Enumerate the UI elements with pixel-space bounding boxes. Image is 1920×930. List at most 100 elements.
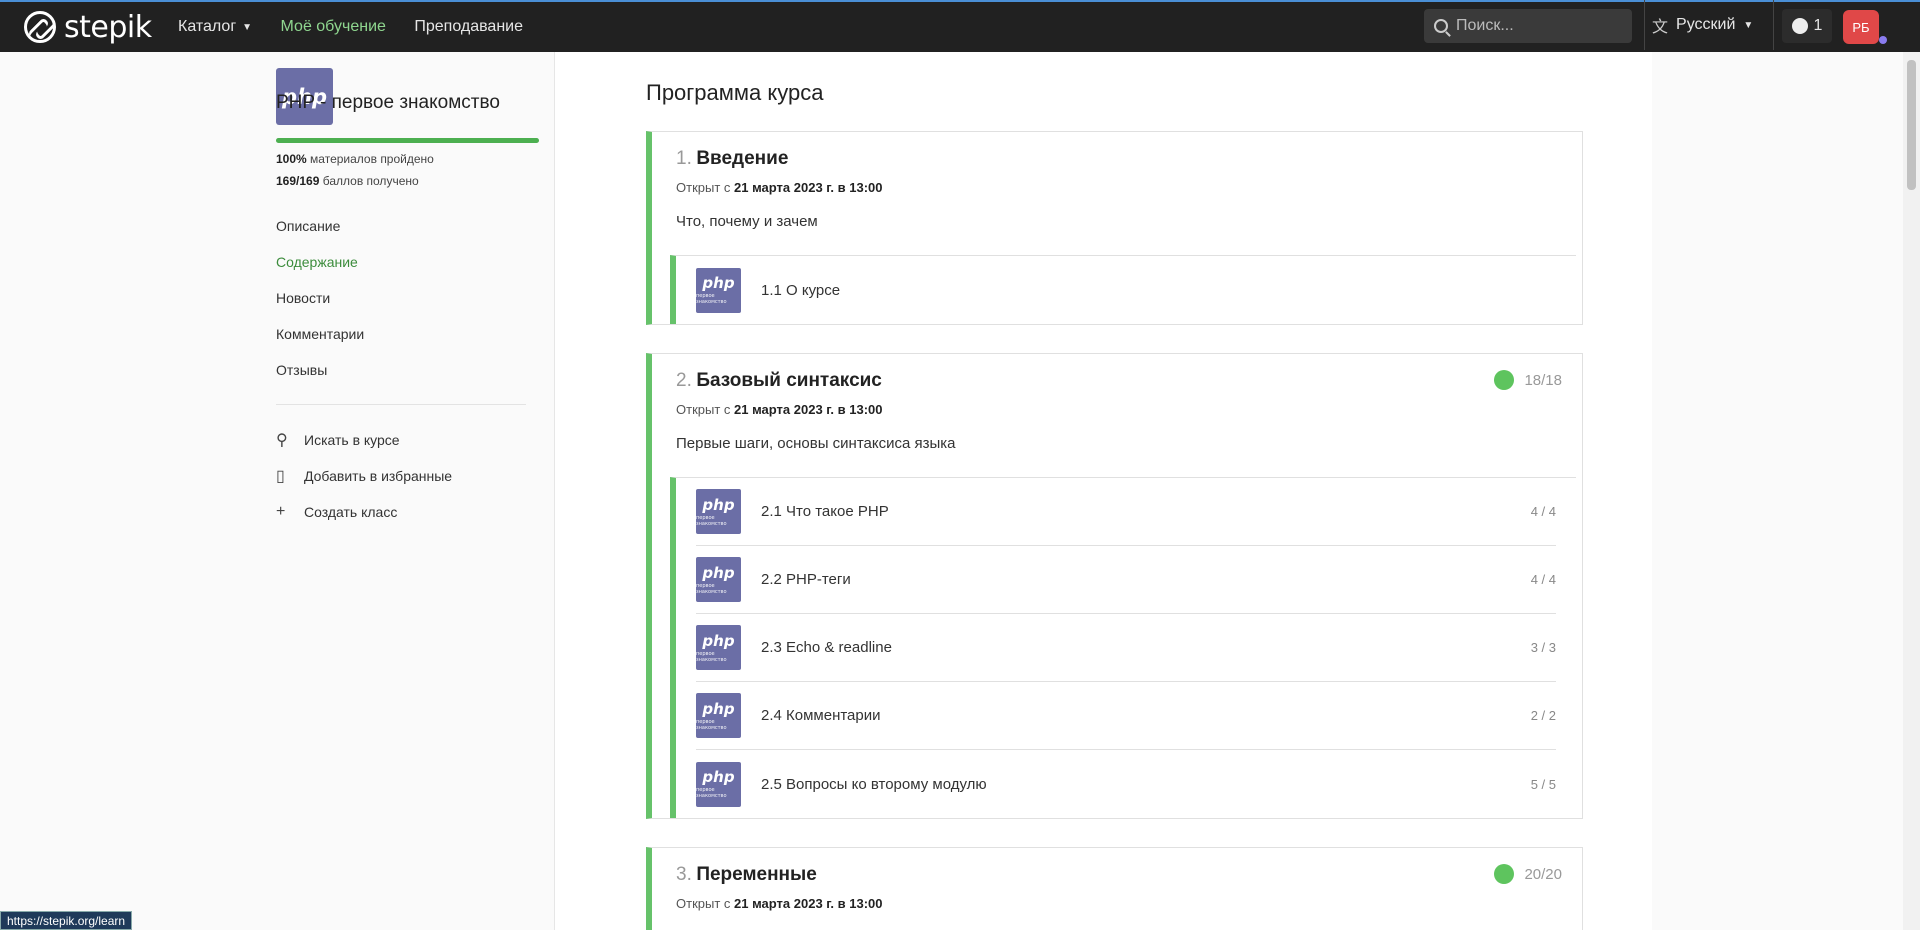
- sidebar-actions: ⚲ Искать в курсе ▯ Добавить в избранные + С…: [276, 422, 452, 530]
- divider: [1644, 0, 1645, 50]
- module-name[interactable]: Базовый синтаксис: [696, 370, 882, 391]
- course-progress-bar: [276, 138, 539, 143]
- lesson-thumbnail: php первое знакомство: [696, 489, 741, 534]
- module-open-date: Открыт с 21 марта 2023 г. в 13:00: [676, 180, 1558, 195]
- open-date: 21 марта 2023 г. в 13:00: [734, 896, 883, 911]
- bookmark-icon: ▯: [276, 468, 285, 485]
- nav-catalog-label: Каталог: [178, 18, 237, 35]
- stepik-logo[interactable]: stepik: [24, 10, 154, 45]
- chevron-down-icon: ▼: [242, 21, 253, 33]
- module-score-value: 18/18: [1524, 371, 1562, 389]
- module-header: 2. Базовый синтаксис Открыт с 21 марта 2…: [652, 354, 1582, 477]
- sidebar-item-news[interactable]: Новости: [276, 288, 364, 324]
- sidebar-menu: Описание Содержание Новости Комментарии …: [276, 216, 364, 396]
- notifications-button[interactable]: 1: [1782, 9, 1832, 43]
- notifications-count: 1: [1813, 17, 1823, 34]
- lesson-score: 3 / 3: [1530, 640, 1556, 655]
- search-icon: ⚲: [276, 432, 288, 449]
- open-date: 21 марта 2023 г. в 13:00: [734, 180, 883, 195]
- translate-icon: 文: [1652, 19, 1669, 36]
- module-header: 3. Переменные Открыт с 21 марта 2023 г. …: [652, 848, 1582, 930]
- search-in-course-button[interactable]: ⚲ Искать в курсе: [276, 422, 452, 458]
- add-favorite-label: Добавить в избранные: [304, 468, 453, 484]
- search-icon: [1434, 19, 1448, 33]
- materials-pct: 100%: [276, 152, 307, 166]
- stepik-logo-text: stepik: [64, 9, 152, 45]
- search-in-course-label: Искать в курсе: [304, 432, 400, 448]
- course-title[interactable]: PHP - первое знакомство: [276, 92, 500, 114]
- divider: [1773, 0, 1774, 50]
- avatar[interactable]: РБ: [1843, 10, 1879, 44]
- thumb-text: php: [702, 699, 735, 718]
- main-nav: Каталог ▼ Моё обучение Преподавание: [154, 18, 523, 36]
- module-score: 20/20: [1494, 864, 1562, 884]
- score-stat: 169/169 баллов получено: [276, 174, 419, 188]
- module-name[interactable]: Переменные: [696, 864, 817, 885]
- lesson-title[interactable]: 1.1 О курсе: [761, 282, 840, 299]
- lesson-title[interactable]: 2.1 Что такое PHP: [761, 503, 889, 520]
- lesson-item[interactable]: php первое знакомство 2.4 Комментарии 2 /…: [696, 682, 1556, 750]
- progress-fill: [276, 138, 539, 143]
- lesson-score: 4 / 4: [1530, 504, 1556, 519]
- completed-dot-icon: [1494, 370, 1515, 390]
- language-label: Русский: [1676, 16, 1736, 33]
- lesson-title[interactable]: 2.4 Комментарии: [761, 707, 881, 724]
- search-box[interactable]: [1424, 9, 1632, 43]
- lesson-item[interactable]: php первое знакомство 2.3 Echo & readline…: [696, 614, 1556, 682]
- nav-my-learning[interactable]: Моё обучение: [281, 18, 386, 36]
- lesson-item[interactable]: php первое знакомство 1.1 О курсе: [696, 256, 1556, 324]
- module-number: 3.: [676, 864, 692, 885]
- course-content: Программа курса 1. Введение Открыт с 21 …: [555, 52, 1652, 930]
- lesson-score: 2 / 2: [1530, 708, 1556, 723]
- lesson-thumbnail: php первое знакомство: [696, 557, 741, 602]
- module-header: 1. Введение Открыт с 21 марта 2023 г. в …: [652, 132, 1582, 255]
- module-open-date: Открыт с 21 марта 2023 г. в 13:00: [676, 896, 1558, 911]
- open-date: 21 марта 2023 г. в 13:00: [734, 402, 883, 417]
- thumb-text: php: [702, 274, 735, 292]
- create-class-button[interactable]: + Создать класс: [276, 494, 452, 530]
- page-title: Программа курса: [646, 80, 824, 105]
- sidebar-item-contents[interactable]: Содержание: [276, 252, 364, 288]
- module-description: Что, почему и зачем: [676, 213, 818, 230]
- module-card: 1. Введение Открыт с 21 марта 2023 г. в …: [646, 131, 1583, 325]
- lesson-score: 4 / 4: [1530, 572, 1556, 587]
- scrollbar-thumb[interactable]: [1907, 60, 1916, 190]
- lesson-item[interactable]: php первое знакомство 2.1 Что такое PHP 4…: [696, 478, 1556, 546]
- lesson-item[interactable]: php первое знакомство 2.5 Вопросы ко втор…: [696, 750, 1556, 818]
- lesson-thumbnail: php первое знакомство: [696, 761, 741, 807]
- lesson-thumbnail: php первое знакомство: [696, 693, 741, 738]
- lesson-item[interactable]: php первое знакомство 2.2 PHP-теги 4 / 4: [696, 546, 1556, 614]
- lesson-thumbnail: php первое знакомство: [696, 267, 741, 313]
- plus-icon: +: [276, 503, 286, 520]
- page-scrollbar[interactable]: [1903, 52, 1920, 930]
- open-prefix: Открыт с: [676, 896, 731, 911]
- sidebar-item-description[interactable]: Описание: [276, 216, 364, 252]
- module-number: 1.: [676, 148, 692, 169]
- chevron-down-icon: ▼: [1743, 19, 1754, 31]
- thumb-text: php: [702, 631, 735, 650]
- sidebar-item-reviews[interactable]: Отзывы: [276, 360, 364, 396]
- sidebar-item-comments[interactable]: Комментарии: [276, 324, 364, 360]
- module-card: 2. Базовый синтаксис Открыт с 21 марта 2…: [646, 353, 1583, 819]
- thumb-text: php: [702, 495, 735, 514]
- open-prefix: Открыт с: [676, 402, 731, 417]
- lesson-title[interactable]: 2.3 Echo & readline: [761, 639, 892, 656]
- lesson-title[interactable]: 2.5 Вопросы ко второму модулю: [761, 776, 987, 793]
- module-open-date: Открыт с 21 марта 2023 г. в 13:00: [676, 402, 1558, 417]
- score-text: баллов получено: [322, 174, 419, 188]
- thumb-text: php: [702, 563, 735, 582]
- top-navbar: stepik Каталог ▼ Моё обучение Преподавани…: [0, 0, 1920, 52]
- module-score: 18/18: [1494, 370, 1562, 390]
- language-selector[interactable]: 文 Русский ▼: [1652, 0, 1753, 50]
- search-input[interactable]: [1456, 17, 1616, 35]
- lesson-title[interactable]: 2.2 PHP-теги: [761, 571, 851, 588]
- add-favorite-button[interactable]: ▯ Добавить в избранные: [276, 458, 452, 494]
- nav-catalog[interactable]: Каталог ▼: [178, 18, 252, 36]
- module-name[interactable]: Введение: [696, 148, 788, 169]
- completed-dot-icon: [1494, 864, 1515, 884]
- open-prefix: Открыт с: [676, 180, 731, 195]
- notification-icon: [1791, 18, 1808, 34]
- nav-teaching[interactable]: Преподавание: [414, 18, 523, 36]
- thumb-subtext: первое знакомство: [696, 293, 727, 305]
- link-status-bar: https://stepik.org/learn: [0, 911, 133, 930]
